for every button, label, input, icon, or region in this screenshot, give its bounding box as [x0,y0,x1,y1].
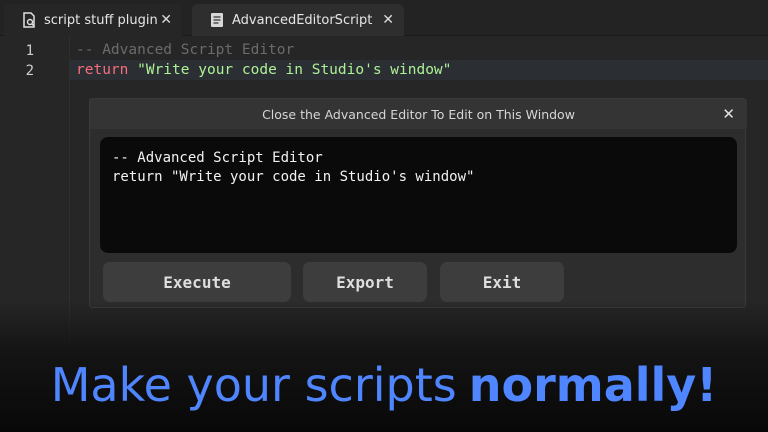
tab-bar: script stuff plugin ✕ AdvancedEditorScri… [0,0,768,36]
dialog-title: Close the Advanced Editor To Edit on Thi… [90,99,747,129]
code-line-2[interactable]: return "Write your code in Studio's wind… [76,62,451,78]
tab-label: AdvancedEditorScript [232,12,373,28]
execute-button[interactable]: Execute [103,262,291,302]
document-icon [210,12,224,28]
close-icon[interactable]: ✕ [160,12,172,28]
caption-regular: Make your scripts [50,358,457,412]
exit-button[interactable]: Exit [440,262,564,302]
keyword-token: return [76,62,129,78]
close-icon[interactable]: ✕ [722,105,735,123]
caption-bold: normally! [468,358,718,412]
promo-caption: Make your scripts normally! [0,350,768,420]
script-preview: -- Advanced Script Editor return "Write … [100,137,737,253]
tab-advanced-editor-script[interactable]: AdvancedEditorScript ✕ [192,4,404,36]
tab-script-stuff-plugin[interactable]: script stuff plugin ✕ [4,4,182,36]
line-number: 1 [25,43,34,59]
code-line-1[interactable]: -- Advanced Script Editor [76,42,294,58]
line-number: 2 [25,63,34,79]
advanced-editor-dialog: Close the Advanced Editor To Edit on Thi… [89,98,747,308]
script-icon [22,12,36,28]
export-button[interactable]: Export [303,262,427,302]
string-token: "Write your code in Studio's window" [128,62,452,78]
close-icon[interactable]: ✕ [382,12,394,28]
tab-label: script stuff plugin [44,12,158,28]
